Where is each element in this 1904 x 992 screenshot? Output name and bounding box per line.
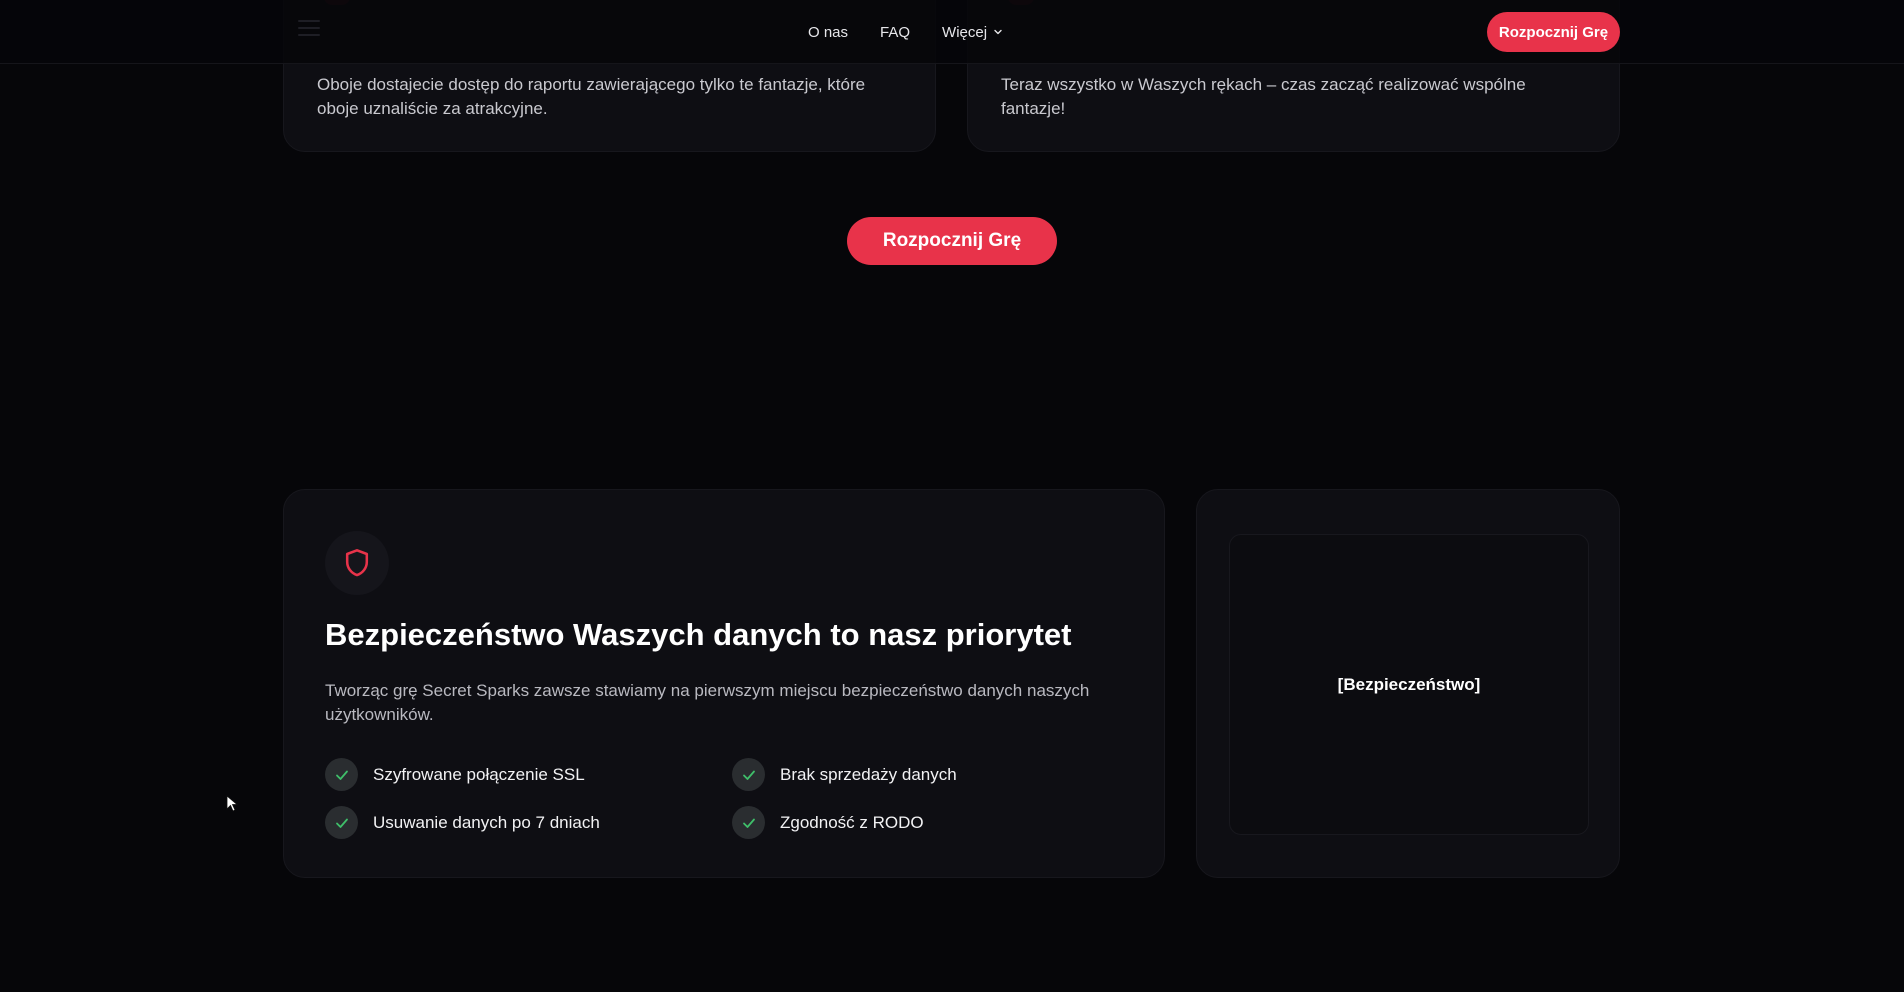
step-text: Teraz wszystko w Waszych rękach – czas z… — [1001, 75, 1526, 118]
security-card: Bezpieczeństwo Waszych danych to nasz pr… — [283, 489, 1165, 878]
shield-icon — [345, 549, 369, 577]
feature-item: Usuwanie danych po 7 dniach — [325, 806, 600, 839]
shield-icon-badge — [325, 531, 389, 595]
nav-link-about[interactable]: O nas — [808, 24, 848, 41]
chevron-down-icon — [994, 29, 1002, 35]
feature-item: Szyfrowane połączenie SSL — [325, 758, 585, 791]
start-game-button[interactable]: Rozpocznij Grę — [847, 217, 1057, 265]
feature-label: Usuwanie danych po 7 dniach — [373, 812, 600, 832]
feature-label: Szyfrowane połączenie SSL — [373, 764, 585, 784]
security-image-card: [Bezpieczeństwo] — [1196, 489, 1620, 878]
check-icon — [325, 758, 358, 791]
site-header: O nas FAQ Więcej Rozpocznij Grę — [0, 0, 1904, 64]
page: Oboje dostajecie dostęp do raportu zawie… — [0, 0, 1904, 992]
image-placeholder-label: [Bezpieczeństwo] — [1337, 674, 1481, 694]
security-title: Bezpieczeństwo Waszych danych to nasz pr… — [325, 617, 1072, 652]
nav-link-faq[interactable]: FAQ — [880, 24, 910, 41]
security-description: Tworząc grę Secret Sparks zawsze stawiam… — [325, 681, 1090, 724]
nav-dropdown-label: Więcej — [942, 23, 988, 41]
mouse-cursor-icon — [226, 795, 239, 812]
step-text: Oboje dostajecie dostęp do raportu zawie… — [317, 75, 866, 118]
feature-item: Zgodność z RODO — [732, 806, 924, 839]
nav-dropdown-more[interactable]: Więcej — [942, 24, 1003, 41]
feature-item: Brak sprzedaży danych — [732, 758, 957, 791]
image-placeholder: [Bezpieczeństwo] — [1229, 534, 1589, 835]
menu-icon[interactable] — [298, 20, 320, 38]
feature-label: Brak sprzedaży danych — [780, 764, 957, 784]
check-icon — [325, 806, 358, 839]
main-nav: O nas FAQ Więcej — [808, 0, 1003, 64]
check-icon — [732, 758, 765, 791]
start-game-header-button[interactable]: Rozpocznij Grę — [1487, 12, 1620, 52]
feature-label: Zgodność z RODO — [780, 812, 924, 832]
check-icon — [732, 806, 765, 839]
